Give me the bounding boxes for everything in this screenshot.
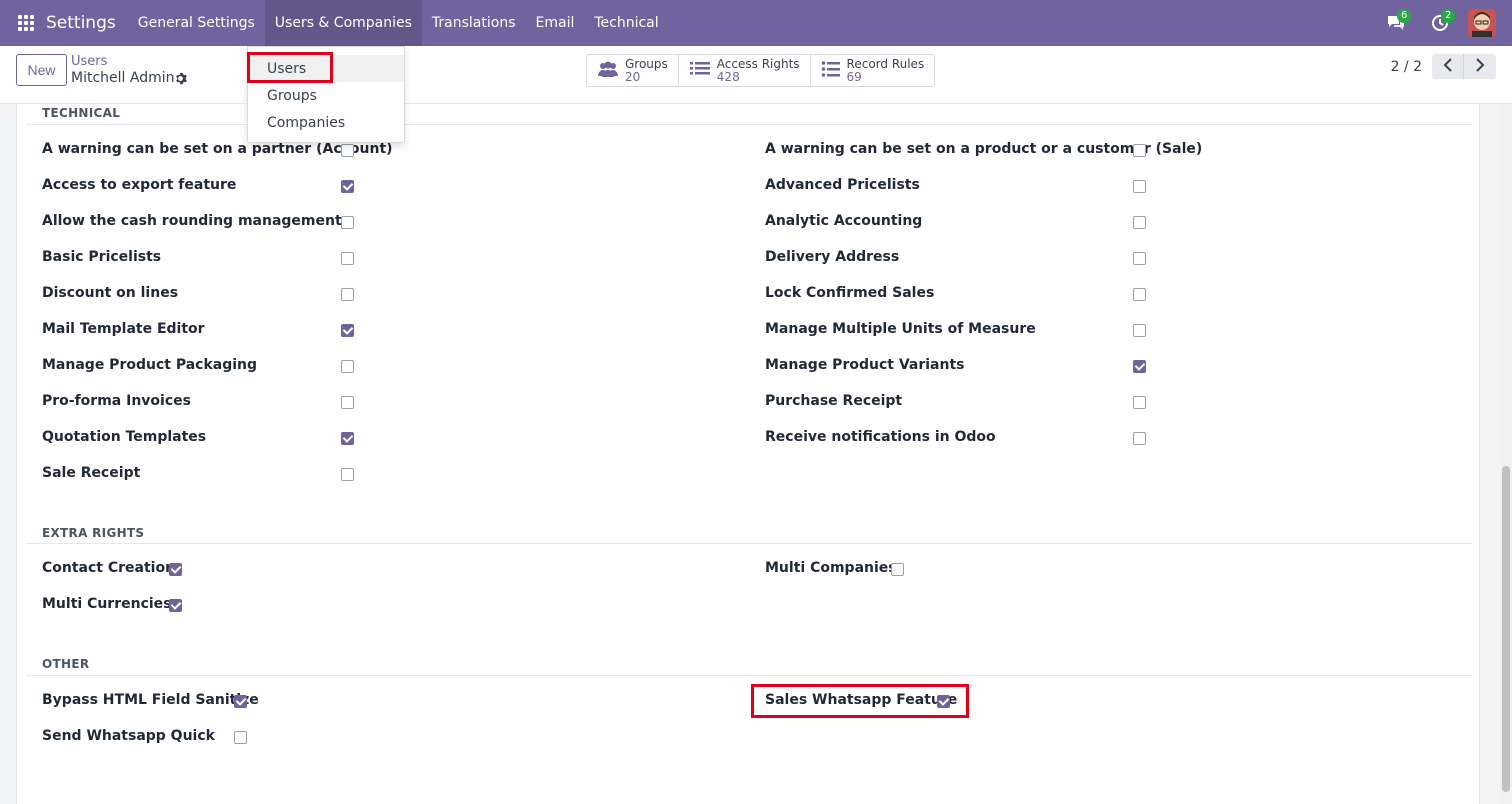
highlight-box-sales-whatsapp xyxy=(751,684,969,718)
checkbox-export-feature[interactable] xyxy=(341,180,354,193)
field-label: Advanced Pricelists xyxy=(765,177,920,193)
messages-count-badge: 6 xyxy=(1397,9,1412,23)
menu-users-companies[interactable]: Users & Companies xyxy=(264,0,422,46)
list-icon xyxy=(689,60,711,82)
stat-label: Record Rules xyxy=(846,56,925,71)
breadcrumb-users-link[interactable]: Users xyxy=(71,54,107,69)
pager-next-button[interactable] xyxy=(1464,54,1496,79)
checkbox-multiple-uom[interactable] xyxy=(1133,324,1146,337)
field-label: Multi Companies xyxy=(765,560,897,576)
dropdown-item-groups[interactable]: Groups xyxy=(248,82,404,109)
pager-previous-button[interactable] xyxy=(1432,54,1464,79)
field-label: Mail Template Editor xyxy=(42,321,205,337)
checkbox-quotation-templates[interactable] xyxy=(341,432,354,445)
checkbox-warning-partner[interactable] xyxy=(341,144,354,157)
stat-value: 428 xyxy=(716,69,740,84)
top-navbar: Settings General Settings Users & Compan… xyxy=(0,0,1512,46)
new-button[interactable]: New xyxy=(16,54,67,86)
field-label: Receive notifications in Odoo xyxy=(765,429,996,445)
control-panel: New Users Mitchell Admin Groups 20 Acces… xyxy=(0,46,1512,104)
field-label: Pro-forma Invoices xyxy=(42,393,191,409)
record-rules-smart-button[interactable]: Record Rules 69 xyxy=(811,55,935,86)
field-label: Basic Pricelists xyxy=(42,249,162,265)
menu-translations[interactable]: Translations xyxy=(422,0,526,46)
checkbox-product-variants[interactable] xyxy=(1133,360,1146,373)
checkbox-multi-companies[interactable] xyxy=(891,563,904,576)
list-ul-icon xyxy=(821,60,841,82)
field-label: Quotation Templates xyxy=(42,429,207,445)
field-label: Manage Product Packaging xyxy=(42,357,258,373)
checkbox-purchase-receipt[interactable] xyxy=(1133,396,1146,409)
section-divider xyxy=(26,124,1472,125)
pager-buttons xyxy=(1432,54,1496,79)
scrollbar-thumb[interactable] xyxy=(1502,466,1510,792)
user-avatar[interactable] xyxy=(1468,9,1496,37)
gear-icon[interactable] xyxy=(174,72,187,89)
checkbox-cash-rounding[interactable] xyxy=(341,216,354,229)
highlight-box-users-item xyxy=(247,52,333,83)
checkbox-multi-currencies[interactable] xyxy=(169,599,182,612)
checkbox-basic-pricelists[interactable] xyxy=(341,252,354,265)
pager-value[interactable]: 2 / 2 xyxy=(1391,59,1422,75)
users-group-icon xyxy=(597,60,619,82)
chevron-left-icon xyxy=(1443,57,1453,76)
checkbox-product-packaging[interactable] xyxy=(341,360,354,373)
breadcrumb-current-record: Mitchell Admin xyxy=(71,70,175,86)
field-label: Contact Creation xyxy=(42,560,176,576)
smart-buttons: Groups 20 Access Rights 428 Record Rules… xyxy=(586,54,936,87)
chevron-right-icon xyxy=(1475,57,1485,76)
checkbox-warning-product[interactable] xyxy=(1133,144,1146,157)
dropdown-item-companies[interactable]: Companies xyxy=(248,109,404,136)
checkbox-discount-lines[interactable] xyxy=(341,288,354,301)
activities-icon[interactable]: 2 xyxy=(1418,0,1462,46)
checkbox-bypass-html-sanitize[interactable] xyxy=(234,695,247,708)
field-label: Sale Receipt xyxy=(42,465,141,481)
checkbox-lock-confirmed-sales[interactable] xyxy=(1133,288,1146,301)
stat-value: 69 xyxy=(846,69,862,84)
checkbox-send-whatsapp-quick[interactable] xyxy=(234,731,247,744)
section-divider xyxy=(26,543,1472,544)
stat-label: Access Rights xyxy=(716,56,800,71)
field-label: Bypass HTML Field Sanitize xyxy=(42,692,259,708)
field-label: Lock Confirmed Sales xyxy=(765,285,935,301)
messages-icon[interactable]: 6 xyxy=(1374,0,1418,46)
field-label: Send Whatsapp Quick xyxy=(42,728,215,744)
activities-count-badge: 2 xyxy=(1441,9,1456,23)
checkbox-contact-creation[interactable] xyxy=(169,563,182,576)
field-label: Delivery Address xyxy=(765,249,900,265)
checkbox-mail-template-editor[interactable] xyxy=(341,324,354,337)
groups-smart-button[interactable]: Groups 20 xyxy=(587,55,679,86)
menu-general-settings[interactable]: General Settings xyxy=(128,0,265,46)
checkbox-delivery-address[interactable] xyxy=(1133,252,1146,265)
field-label: Discount on lines xyxy=(42,285,179,301)
menu-technical[interactable]: Technical xyxy=(584,0,668,46)
field-label: Purchase Receipt xyxy=(765,393,903,409)
section-divider xyxy=(26,675,1472,676)
field-label: Allow the cash rounding management xyxy=(42,213,342,229)
stat-label: Groups xyxy=(625,56,668,71)
menu-email[interactable]: Email xyxy=(526,0,585,46)
access-rights-smart-button[interactable]: Access Rights 428 xyxy=(679,55,811,86)
field-label: Access to export feature xyxy=(42,177,237,193)
app-title[interactable]: Settings xyxy=(46,13,116,33)
form-sheet: TECHNICAL A warning can be set on a part… xyxy=(16,104,1480,804)
checkbox-notifications-odoo[interactable] xyxy=(1133,432,1146,445)
section-title-other: OTHER xyxy=(42,657,90,671)
section-title-technical: TECHNICAL xyxy=(42,106,121,120)
checkbox-analytic-accounting[interactable] xyxy=(1133,216,1146,229)
field-label: Manage Product Variants xyxy=(765,357,965,373)
checkbox-pro-forma[interactable] xyxy=(341,396,354,409)
section-title-extra-rights: EXTRA RIGHTS xyxy=(42,526,145,540)
field-label: Multi Currencies xyxy=(42,596,172,612)
checkbox-sale-receipt[interactable] xyxy=(341,468,354,481)
stat-value: 20 xyxy=(625,69,641,84)
apps-menu-icon[interactable] xyxy=(0,0,52,46)
field-label: A warning can be set on a partner (Accou… xyxy=(42,141,393,157)
field-label: Analytic Accounting xyxy=(765,213,923,229)
checkbox-advanced-pricelists[interactable] xyxy=(1133,180,1146,193)
field-label: Manage Multiple Units of Measure xyxy=(765,321,1036,337)
